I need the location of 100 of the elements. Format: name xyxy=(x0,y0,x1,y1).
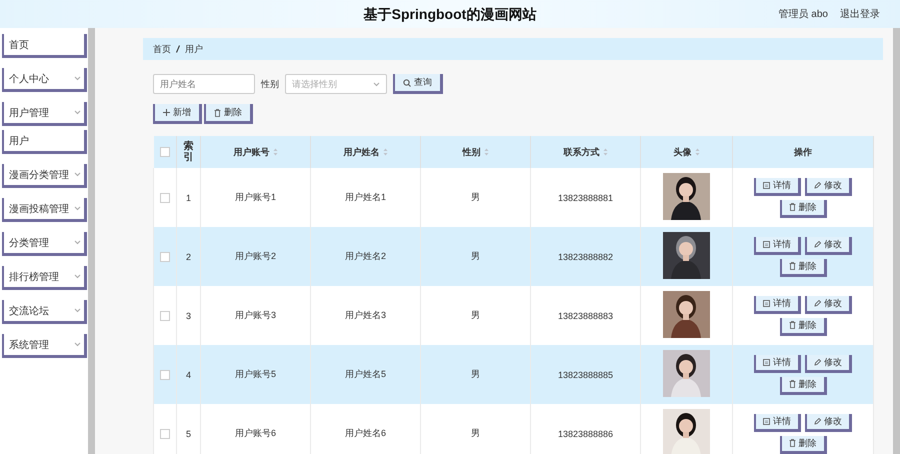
trash-icon xyxy=(214,108,221,116)
menu-item[interactable]: 用户管理 xyxy=(2,102,87,126)
index-cell: 1 xyxy=(186,192,191,202)
menu-item[interactable]: 系统管理 xyxy=(2,334,87,358)
name-cell: 用户姓名2 xyxy=(344,251,386,261)
chevron-down-icon xyxy=(74,240,81,245)
delete-button[interactable]: 删除 xyxy=(780,258,826,276)
delete-button[interactable]: 删除 xyxy=(780,318,826,336)
details-button[interactable]: 详情 xyxy=(754,296,801,314)
row-checkbox[interactable] xyxy=(160,310,170,321)
delete-button[interactable]: 删除 xyxy=(780,376,826,394)
pencil-icon xyxy=(814,240,821,248)
index-cell: 5 xyxy=(186,428,191,438)
scrollbar[interactable] xyxy=(893,28,900,454)
edit-button[interactable]: 修改 xyxy=(805,296,852,314)
column-header: 操作 xyxy=(794,146,812,158)
phone-cell: 13823888886 xyxy=(558,428,614,438)
trash-icon xyxy=(788,380,796,388)
phone-cell: 13823888885 xyxy=(558,370,614,380)
row-checkbox[interactable] xyxy=(160,192,170,203)
gender-cell: 男 xyxy=(471,310,480,320)
delete-button[interactable]: 删除 xyxy=(780,436,826,454)
sort-icon[interactable] xyxy=(272,148,278,156)
document-icon xyxy=(763,300,770,306)
index-cell: 4 xyxy=(186,370,191,380)
row-checkbox[interactable] xyxy=(160,252,170,262)
details-button[interactable]: 详情 xyxy=(754,354,801,372)
delete-button[interactable]: 删除 xyxy=(204,104,253,124)
details-button[interactable]: 详情 xyxy=(754,178,801,196)
trash-icon xyxy=(788,439,796,447)
trash-icon xyxy=(788,203,796,211)
menu-item[interactable]: 漫画分类管理 xyxy=(2,164,87,188)
edit-button[interactable]: 修改 xyxy=(805,354,852,372)
account-cell: 用户账号1 xyxy=(234,192,276,202)
slash-icon xyxy=(176,45,180,53)
sort-icon[interactable] xyxy=(602,148,608,156)
breadcrumb-item[interactable]: 用户 xyxy=(185,42,203,56)
pencil-icon xyxy=(814,300,821,306)
site-title: 基于Springboot的漫画网站 xyxy=(364,6,536,24)
chevron-down-icon xyxy=(74,172,81,177)
column-header[interactable]: 联系方式 xyxy=(564,146,600,158)
column-header[interactable]: 性别 xyxy=(462,146,480,158)
document-icon xyxy=(763,182,770,188)
pencil-icon xyxy=(814,418,821,424)
column-header[interactable]: 用户姓名 xyxy=(344,146,380,158)
chevron-down-icon xyxy=(74,206,81,211)
name-search-field[interactable]: 用户姓名 xyxy=(153,74,255,94)
menu-item[interactable]: 用户 xyxy=(2,130,87,154)
edit-button[interactable]: 修改 xyxy=(805,178,852,196)
gender-cell: 男 xyxy=(471,428,480,438)
add-button[interactable]: 新增 xyxy=(153,104,202,124)
account-cell: 用户账号2 xyxy=(234,251,276,261)
chevron-down-icon xyxy=(74,308,81,313)
account-cell: 用户账号6 xyxy=(234,428,276,438)
pencil-icon xyxy=(814,358,821,366)
sort-icon[interactable] xyxy=(484,148,488,156)
menu-item[interactable]: 首页 xyxy=(2,34,87,58)
menu-item[interactable]: 分类管理 xyxy=(2,232,87,256)
menu-item[interactable]: 排行榜管理 xyxy=(2,266,87,290)
menu-item[interactable]: 交流论坛 xyxy=(2,300,87,324)
sort-icon[interactable] xyxy=(382,148,388,156)
details-button[interactable]: 详情 xyxy=(754,236,801,254)
document-icon xyxy=(763,358,770,366)
scrollbar[interactable] xyxy=(88,28,95,454)
column-header: 索引 xyxy=(184,141,194,163)
gender-cell: 男 xyxy=(471,251,480,261)
select-all-checkbox[interactable] xyxy=(160,147,170,158)
search-icon xyxy=(403,78,411,86)
account-cell: 用户账号3 xyxy=(234,310,276,320)
gender-cell: 男 xyxy=(471,369,480,379)
edit-button[interactable]: 修改 xyxy=(805,414,852,432)
column-header[interactable]: 头像 xyxy=(674,146,692,158)
trash-icon xyxy=(788,321,796,329)
column-header[interactable]: 用户账号 xyxy=(234,146,270,158)
query-button[interactable]: 查询 xyxy=(393,74,443,94)
edit-button[interactable]: 修改 xyxy=(805,236,852,254)
phone-cell: 13823888881 xyxy=(558,192,614,202)
menu-item[interactable]: 个人中心 xyxy=(2,68,87,92)
chevron-down-icon xyxy=(74,76,81,81)
breadcrumb-item[interactable]: 首页 xyxy=(153,42,171,56)
menu-item[interactable]: 漫画投稿管理 xyxy=(2,198,87,222)
gender-label: 性别 xyxy=(261,78,279,90)
row-checkbox[interactable] xyxy=(160,428,170,439)
trash-icon xyxy=(788,262,796,270)
gender-cell: 男 xyxy=(471,192,480,202)
index-cell: 2 xyxy=(186,252,191,262)
name-cell: 用户姓名5 xyxy=(344,369,386,379)
plus-icon xyxy=(163,109,170,116)
delete-button[interactable]: 删除 xyxy=(780,200,826,218)
name-cell: 用户姓名1 xyxy=(344,192,386,202)
chevron-down-icon xyxy=(74,274,81,279)
phone-cell: 13823888882 xyxy=(558,252,614,262)
sort-icon[interactable] xyxy=(694,148,700,156)
index-cell: 3 xyxy=(186,310,191,320)
details-button[interactable]: 详情 xyxy=(754,414,801,432)
name-cell: 用户姓名3 xyxy=(344,310,386,320)
document-icon xyxy=(763,418,770,424)
row-checkbox[interactable] xyxy=(160,370,170,380)
logout-link[interactable]: 退出登录 xyxy=(840,7,880,21)
pencil-icon xyxy=(814,182,821,188)
